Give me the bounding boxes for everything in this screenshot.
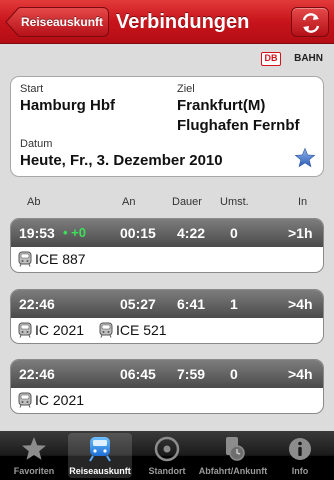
train-number: IC 2021 [35, 392, 85, 408]
tab-favoriten[interactable]: Favoriten [2, 433, 66, 478]
train-label: ICE 521 [99, 318, 167, 343]
delay-indicator: • +0 [63, 225, 86, 240]
arrival-time: 06:45 [120, 366, 156, 382]
changes-count: 1 [230, 296, 238, 312]
connection-summary: 22:46 06:45 7:59 0 >4h [11, 360, 323, 388]
connection-item[interactable]: 22:46 06:45 7:59 0 >4h IC 2021 [10, 359, 324, 414]
departs-in: >4h [288, 296, 313, 312]
connection-trains: IC 2021 [11, 388, 323, 413]
duration: 4:22 [177, 225, 206, 241]
train-icon [99, 322, 113, 338]
location-icon [154, 436, 180, 462]
departure-time: 22:46 [19, 366, 55, 382]
start-label: Start [20, 83, 44, 95]
train-icon [18, 392, 32, 408]
departure-board-icon [226, 437, 245, 461]
connection-item[interactable]: 22:46 05:27 6:41 1 >4h IC 2021 ICE 521 [10, 289, 324, 344]
connection-item[interactable]: 19:53 • +0 00:15 4:22 0 >1h ICE 887 [10, 218, 324, 273]
tab-label: Info [291, 466, 309, 476]
train-label: IC 2021 [18, 318, 84, 343]
column-header-an: An [122, 196, 136, 208]
train-icon [18, 322, 32, 338]
connection-summary: 19:53 • +0 00:15 4:22 0 >1h [11, 219, 323, 247]
tab-label: Standort [148, 466, 186, 476]
column-header-in: In [298, 196, 308, 208]
connection-trains: ICE 887 [11, 247, 323, 272]
tab-reiseauskunft[interactable]: Reiseauskunft [68, 433, 132, 478]
connection-summary: 22:46 05:27 6:41 1 >4h [11, 290, 323, 318]
departs-in: >1h [288, 225, 313, 241]
column-header-ab: Ab [27, 196, 41, 208]
start-value: Hamburg Hbf [20, 97, 115, 114]
tab-standort[interactable]: Standort [135, 433, 199, 478]
navigation-bar: Reiseauskunft Verbindungen [0, 0, 334, 44]
tab-bar: Favoriten Reiseauskunft Standort Abfahrt… [0, 431, 334, 480]
duration: 6:41 [177, 296, 206, 312]
tab-label: Abfahrt/Ankunft [198, 466, 268, 476]
train-number: IC 2021 [35, 322, 85, 338]
train-label: IC 2021 [18, 388, 84, 413]
arrival-time: 00:15 [120, 225, 156, 241]
page-title: Verbindungen [116, 11, 250, 33]
train-icon [18, 251, 32, 267]
departure-time: 22:46 [19, 296, 55, 312]
tab-label: Reiseauskunft [69, 466, 131, 476]
favorite-star-icon[interactable] [294, 147, 316, 169]
db-logo-box: DB [261, 52, 281, 66]
datum-label: Datum [20, 138, 53, 150]
arrival-time: 05:27 [120, 296, 156, 312]
star-icon [22, 437, 46, 460]
delay-value: +0 [71, 225, 86, 240]
datum-value: Heute, Fr., 3. Dezember 2010 [20, 152, 223, 169]
column-header-umst: Umst. [220, 196, 249, 208]
train-icon [89, 437, 111, 462]
back-button-label: Reiseauskunft [20, 15, 104, 29]
back-button[interactable]: Reiseauskunft [5, 7, 109, 37]
ziel-value-line1: Frankfurt(M) [177, 97, 266, 114]
column-headers: Ab An Dauer Umst. In [0, 196, 334, 210]
departs-in: >4h [288, 366, 313, 382]
ziel-label: Ziel [177, 83, 195, 95]
changes-count: 0 [230, 366, 238, 382]
duration: 7:59 [177, 366, 206, 382]
ziel-value-line2: Flughafen Fernbf [177, 117, 300, 134]
tab-abfahrt-ankunft[interactable]: Abfahrt/Ankunft [199, 433, 267, 478]
train-label: ICE 887 [18, 247, 86, 272]
journey-info-card[interactable]: Start Hamburg Hbf Ziel Frankfurt(M) Flug… [10, 76, 324, 177]
swap-arrows-icon [302, 13, 320, 33]
train-number: ICE 521 [116, 322, 167, 338]
column-header-dauer: Dauer [172, 196, 202, 208]
connection-trains: IC 2021 ICE 521 [11, 318, 323, 343]
info-icon [289, 438, 311, 460]
train-number: ICE 887 [35, 251, 86, 267]
departure-time: 19:53 [19, 225, 55, 241]
changes-count: 0 [230, 225, 238, 241]
swap-direction-button[interactable] [291, 7, 329, 37]
tab-info[interactable]: Info [268, 433, 332, 478]
db-logo-text: BAHN [294, 53, 323, 64]
